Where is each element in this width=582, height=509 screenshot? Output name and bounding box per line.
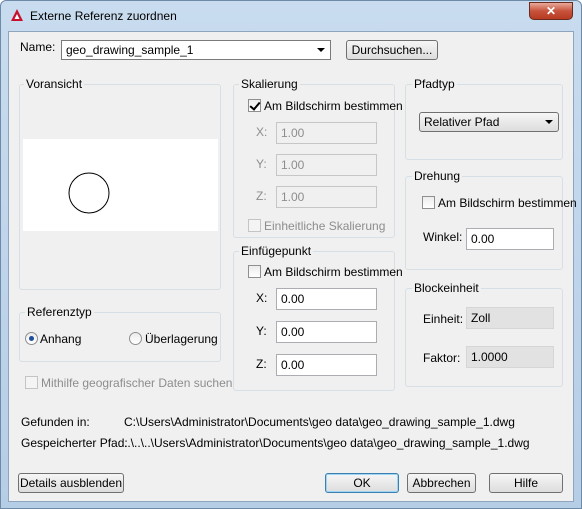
path-type-legend: Pfadtyp: [412, 77, 457, 91]
reference-type-legend: Referenztyp: [25, 305, 94, 319]
scale-z-label: Z:: [256, 189, 267, 203]
window-title: Externe Referenz zuordnen: [30, 9, 177, 23]
autocad-logo-icon: [11, 9, 23, 21]
saved-path-label: Gespeicherter Pfad:: [21, 436, 128, 450]
scale-legend: Skalierung: [239, 77, 300, 91]
name-value: geo_drawing_sample_1: [66, 43, 194, 57]
close-button[interactable]: ✕: [529, 2, 573, 20]
insertion-x-input[interactable]: 0.00: [276, 288, 377, 310]
help-button[interactable]: Hilfe: [489, 473, 563, 493]
path-type-select[interactable]: Relativer Pfad: [419, 112, 559, 132]
insertion-onscreen-checkbox[interactable]: [248, 265, 261, 278]
scale-z-input[interactable]: 1.00: [276, 186, 377, 208]
factor-label: Faktor:: [423, 351, 461, 365]
dialog-client: Name: geo_drawing_sample_1 Durchsuchen..…: [8, 31, 577, 502]
angle-label: Winkel:: [423, 230, 463, 244]
uniform-scale-checkbox[interactable]: [248, 219, 261, 232]
preview-legend: Voransicht: [24, 77, 85, 91]
uniform-scale-label: Einheitliche Skalierung: [264, 219, 386, 233]
rotation-legend: Drehung: [412, 169, 463, 183]
block-unit-group: [405, 288, 563, 387]
found-in-label: Gefunden in:: [21, 415, 90, 429]
preview-drawing: [68, 172, 110, 214]
overlay-radio[interactable]: [129, 332, 142, 345]
insertion-onscreen-label[interactable]: Am Bildschirm bestimmen: [264, 265, 403, 279]
dialog-window: Externe Referenz zuordnen ✕ Name: geo_dr…: [0, 0, 582, 509]
geo-data-checkbox[interactable]: [25, 376, 38, 389]
found-in-value: C:\Users\Administrator\Documents\geo dat…: [124, 415, 515, 429]
rotation-group: [405, 176, 563, 270]
unit-value: Zoll: [466, 307, 554, 329]
geo-data-label: Mithilfe geografischer Daten suchen: [41, 376, 233, 390]
scale-x-label: X:: [256, 125, 268, 139]
hide-details-button[interactable]: Details ausblenden: [18, 473, 124, 493]
insertion-z-label: Z:: [256, 357, 267, 371]
insertion-y-label: Y:: [256, 324, 267, 338]
angle-input[interactable]: 0.00: [466, 228, 554, 250]
browse-button[interactable]: Durchsuchen...: [346, 40, 438, 60]
rotation-onscreen-label[interactable]: Am Bildschirm bestimmen: [438, 196, 577, 210]
attach-radio[interactable]: [25, 332, 38, 345]
overlay-label[interactable]: Überlagerung: [145, 332, 218, 346]
name-label: Name:: [20, 40, 56, 54]
insertion-legend: Einfügepunkt: [239, 244, 314, 258]
unit-label: Einheit:: [423, 312, 464, 326]
block-unit-legend: Blockeinheit: [412, 281, 481, 295]
title-bar[interactable]: Externe Referenz zuordnen ✕: [1, 1, 581, 31]
cancel-button[interactable]: Abbrechen: [407, 473, 476, 493]
chevron-down-icon: [545, 120, 553, 124]
saved-path-value: ..\..\..\Users\Administrator\Documents\g…: [124, 436, 530, 450]
rotation-onscreen-checkbox[interactable]: [422, 196, 435, 209]
insertion-z-input[interactable]: 0.00: [276, 354, 377, 376]
scale-y-label: Y:: [256, 157, 267, 171]
name-combo[interactable]: geo_drawing_sample_1: [61, 40, 331, 60]
preview-canvas: [23, 139, 218, 231]
insertion-y-input[interactable]: 0.00: [276, 321, 377, 343]
chevron-down-icon: [317, 48, 325, 52]
scale-y-input[interactable]: 1.00: [276, 154, 377, 176]
scale-x-input[interactable]: 1.00: [276, 122, 377, 144]
close-icon: ✕: [545, 4, 557, 18]
preview-circle: [68, 172, 110, 214]
insertion-x-label: X:: [256, 291, 268, 305]
scale-onscreen-checkbox[interactable]: [248, 99, 261, 112]
attach-label[interactable]: Anhang: [40, 332, 81, 346]
path-type-value: Relativer Pfad: [424, 115, 500, 129]
factor-value: 1.0000: [466, 346, 554, 368]
ok-button[interactable]: OK: [325, 473, 399, 493]
scale-onscreen-label[interactable]: Am Bildschirm bestimmen: [264, 99, 403, 113]
